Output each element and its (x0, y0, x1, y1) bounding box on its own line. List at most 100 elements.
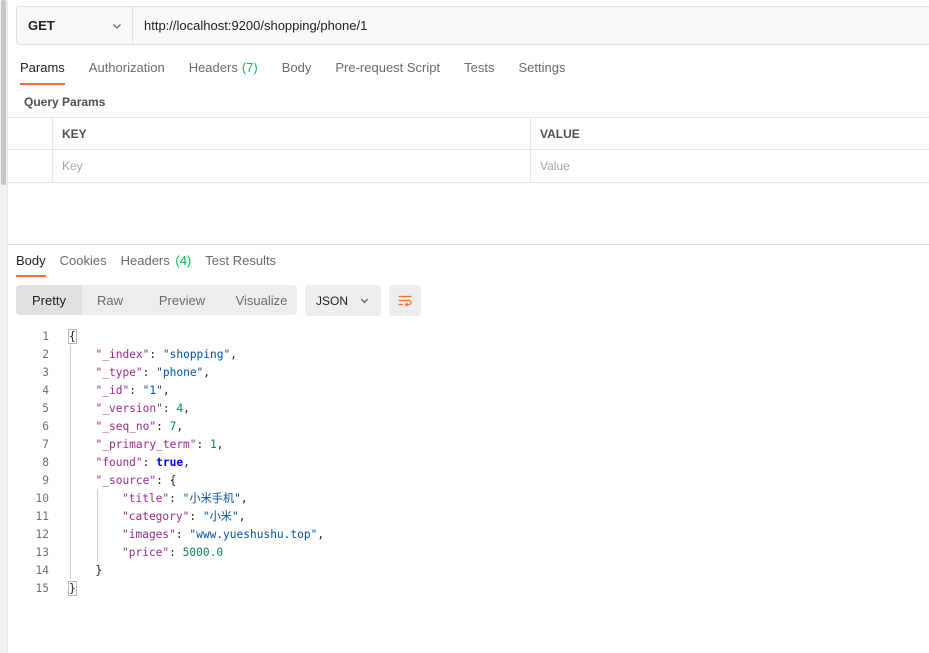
code-content: "price": 5000.0 (122, 546, 223, 559)
chevron-down-icon (360, 298, 369, 304)
json-punctuation: : (142, 365, 157, 379)
json-punctuation: , (203, 365, 211, 379)
json-key: "price" (122, 545, 170, 559)
indent-guide (96, 489, 98, 561)
format-select[interactable]: JSON (305, 285, 381, 316)
code-content: "title": "小米手机", (122, 490, 248, 506)
tab-settings[interactable]: Settings (518, 60, 565, 84)
json-value: "小米手机" (182, 492, 241, 505)
tab-body[interactable]: Body (282, 60, 312, 84)
tab-label: Body (281, 60, 312, 75)
code-line: 4 "_id": "1", (16, 381, 916, 399)
line-number: 2 (42, 347, 49, 361)
tab-tests[interactable]: Tests (464, 60, 494, 84)
scrollbar-thumb[interactable] (1, 0, 6, 185)
json-key: "_id" (95, 383, 130, 397)
json-value: "www.yueshushu.top" (189, 527, 318, 541)
code-line: 1{ (16, 327, 916, 345)
key-input[interactable]: Key (52, 150, 530, 182)
tab-label: Body (16, 253, 46, 268)
tab-label: Tests (464, 60, 495, 75)
json-key: "_version" (95, 401, 163, 415)
response-tab-headers[interactable]: Headers (4) (121, 253, 192, 275)
code-content: "found": true, (96, 456, 190, 469)
row-checkbox-cell (8, 150, 52, 182)
tab-label: Pre-request Script (335, 60, 441, 75)
section-divider[interactable] (8, 244, 929, 245)
json-value: true (156, 455, 184, 469)
code-content: "_source": { (96, 474, 177, 487)
response-tab-test-results[interactable]: Test Results (205, 253, 276, 275)
line-number: 8 (42, 455, 49, 469)
json-punctuation: , (176, 419, 184, 433)
method-select[interactable]: GET (17, 7, 133, 44)
view-preview-button[interactable]: Preview (138, 285, 226, 315)
code-line: 6 "_seq_no": 7, (16, 417, 916, 435)
view-pretty-button[interactable]: Pretty (16, 285, 82, 315)
json-punctuation: : (129, 383, 143, 397)
json-punctuation: : (169, 492, 183, 505)
line-number: 12 (35, 527, 49, 541)
code-content: } (68, 580, 77, 596)
line-number: 11 (35, 509, 49, 523)
response-body-editor[interactable]: 1{2 "_index": "shopping", 3 "_type": "phone… (16, 327, 916, 597)
json-punctuation: } (95, 563, 103, 577)
json-punctuation: , (162, 383, 170, 397)
json-punctuation: : (175, 527, 190, 541)
json-punctuation: , (183, 455, 190, 469)
code-content: "_version": 4, (96, 402, 190, 415)
request-url-bar: GET http://localhost:9200/shopping/phone… (16, 6, 929, 45)
query-params-table: KEY VALUE Key Value (8, 117, 929, 183)
tab-count-badge: (7) (241, 60, 258, 75)
query-params-title: Query Params (24, 95, 106, 109)
url-input[interactable]: http://localhost:9200/shopping/phone/1 (133, 7, 929, 44)
tab-authorization[interactable]: Authorization (89, 60, 165, 84)
tab-label: Headers (120, 253, 170, 268)
view-mode-toggle: Pretty Raw Preview Visualize (16, 285, 297, 315)
json-key: "_index" (95, 347, 150, 361)
tab-params[interactable]: Params (20, 60, 65, 85)
tab-label: Settings (518, 60, 566, 75)
response-tab-cookies[interactable]: Cookies (60, 253, 107, 275)
chevron-down-icon (113, 23, 121, 29)
view-visualize-button[interactable]: Visualize (226, 285, 297, 315)
tab-headers[interactable]: Headers (7) (189, 60, 258, 84)
line-number: 13 (35, 545, 49, 559)
line-number: 10 (35, 491, 49, 505)
view-raw-button[interactable]: Raw (82, 285, 138, 315)
code-line: 13 "price": 5000.0 (16, 543, 916, 561)
json-key: "_seq_no" (95, 419, 157, 433)
json-key: "_type" (95, 365, 143, 379)
json-value: "1" (142, 383, 163, 397)
tab-label: Authorization (88, 60, 165, 75)
json-punctuation: { (68, 328, 77, 344)
json-punctuation: , (238, 510, 246, 523)
code-line: 11 "category": "小米", (16, 507, 916, 525)
code-content: "_type": "phone", (96, 366, 211, 379)
code-content: "_primary_term": 1, (96, 438, 224, 451)
code-line: 5 "_version": 4, (16, 399, 916, 417)
json-key: "_source" (95, 473, 157, 487)
json-value: "shopping" (162, 347, 231, 361)
tab-label: Cookies (59, 253, 107, 268)
line-number: 15 (35, 581, 49, 595)
tab-label: Test Results (205, 253, 277, 268)
code-content: { (68, 328, 77, 344)
tab-pre-request-script[interactable]: Pre-request Script (335, 60, 440, 84)
line-number: 1 (42, 329, 49, 343)
code-line: 8 "found": true, (16, 453, 916, 471)
side-scrollbar[interactable] (0, 0, 8, 653)
line-number: 5 (42, 401, 49, 415)
json-key: "images" (122, 527, 176, 541)
json-key: "title" (122, 492, 170, 505)
request-tabs: Params Authorization Headers (7) Body Pre-req… (20, 60, 589, 86)
value-input[interactable]: Value (530, 150, 929, 182)
wrap-lines-button[interactable] (389, 285, 421, 316)
json-punctuation: : (149, 347, 163, 361)
code-line: 3 "_type": "phone", (16, 363, 916, 381)
json-key: "category" (122, 510, 190, 523)
code-line: 2 "_index": "shopping", (16, 345, 916, 363)
table-header-row: KEY VALUE (8, 117, 929, 150)
response-tab-body[interactable]: Body (16, 253, 46, 277)
json-key: "found" (95, 455, 143, 469)
